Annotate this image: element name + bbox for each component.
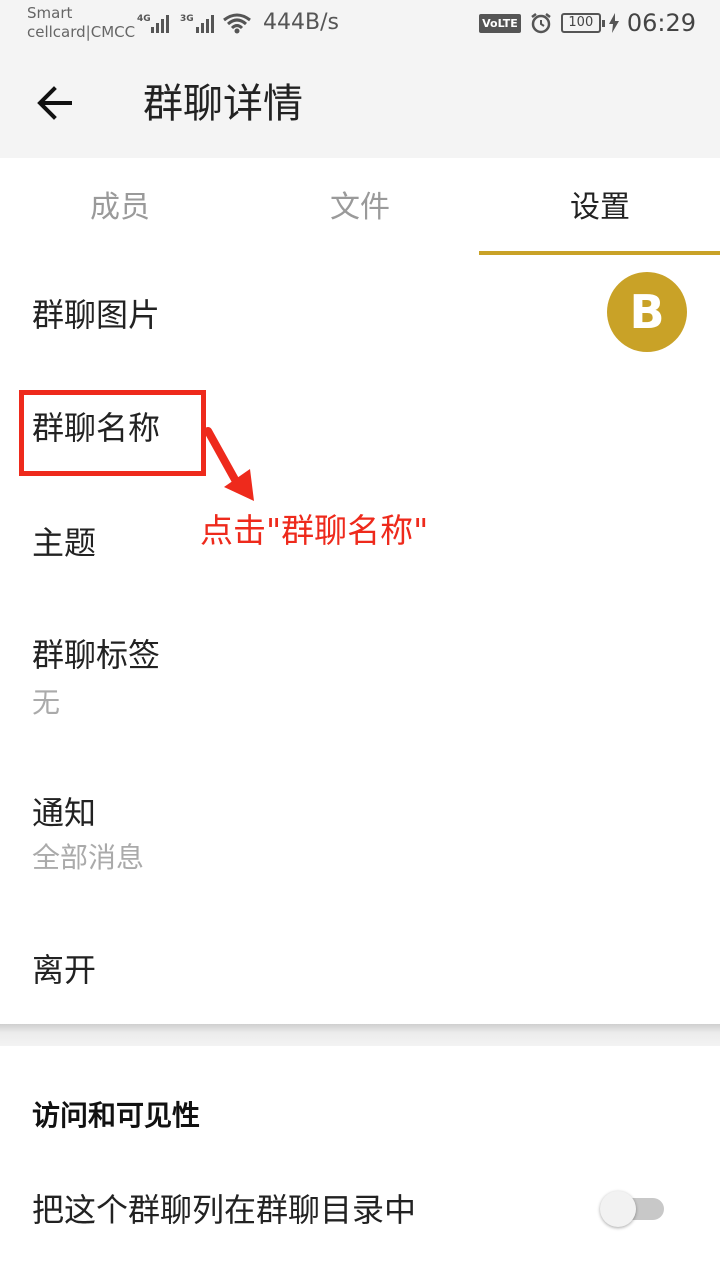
status-right-group: VoLTE 100 06:29: [479, 8, 696, 38]
tab-files[interactable]: 文件: [240, 158, 480, 255]
tab-settings[interactable]: 设置: [480, 158, 720, 255]
toggle-thumb: [600, 1191, 636, 1227]
list-in-directory-label: 把这个群聊列在群聊目录中: [32, 1191, 417, 1229]
annotation-text: 点击"群聊名称": [200, 511, 429, 550]
group-image-label: 群聊图片: [32, 296, 161, 334]
status-bar: Smart cellcard|CMCC 4G 3G 444B/s VoLTE 1…: [0, 0, 720, 50]
carrier-line-2: cellcard|CMCC: [27, 23, 136, 41]
carrier-name: Smart cellcard|CMCC: [27, 4, 135, 42]
setting-group-tags[interactable]: 群聊标签 无: [0, 605, 720, 760]
wifi-icon: [223, 13, 251, 34]
battery-icon: 100: [560, 13, 605, 33]
notify-value: 全部消息: [32, 841, 145, 874]
tab-members[interactable]: 成员: [0, 158, 240, 255]
arrow-left-icon: [37, 86, 72, 120]
leave-label: 离开: [32, 951, 97, 989]
net-label-3g: 3G: [180, 14, 194, 24]
charging-icon: [608, 13, 619, 33]
section-divider: [0, 1024, 720, 1046]
signal-3g-icon: 3G: [180, 14, 214, 33]
volte-badge: VoLTE: [479, 13, 521, 33]
network-speed: 444B/s: [263, 10, 339, 35]
topic-label: 主题: [32, 524, 97, 562]
group-tags-label: 群聊标签: [32, 636, 161, 674]
setting-leave[interactable]: 离开: [0, 915, 720, 1024]
alarm-icon: [531, 13, 551, 34]
access-section-title: 访问和可见性: [32, 1099, 201, 1132]
net-label-4g: 4G: [137, 14, 151, 24]
app-bar: 群聊详情: [0, 50, 720, 158]
notify-label: 通知: [32, 794, 97, 832]
back-button[interactable]: [30, 78, 80, 128]
group-tags-value: 无: [32, 686, 61, 719]
annotation-arrow-icon: [204, 427, 254, 501]
carrier-line-1: Smart: [27, 4, 73, 22]
tab-bar: 成员 文件 设置: [0, 158, 720, 255]
signal-4g-icon: 4G: [137, 14, 169, 33]
list-in-directory-toggle[interactable]: [600, 1191, 666, 1227]
annotation-highlight-box: [19, 390, 206, 476]
setting-notifications[interactable]: 通知 全部消息: [0, 760, 720, 915]
group-avatar[interactable]: B: [607, 272, 687, 352]
clock: 06:29: [626, 9, 696, 37]
page-title: 群聊详情: [143, 81, 303, 127]
